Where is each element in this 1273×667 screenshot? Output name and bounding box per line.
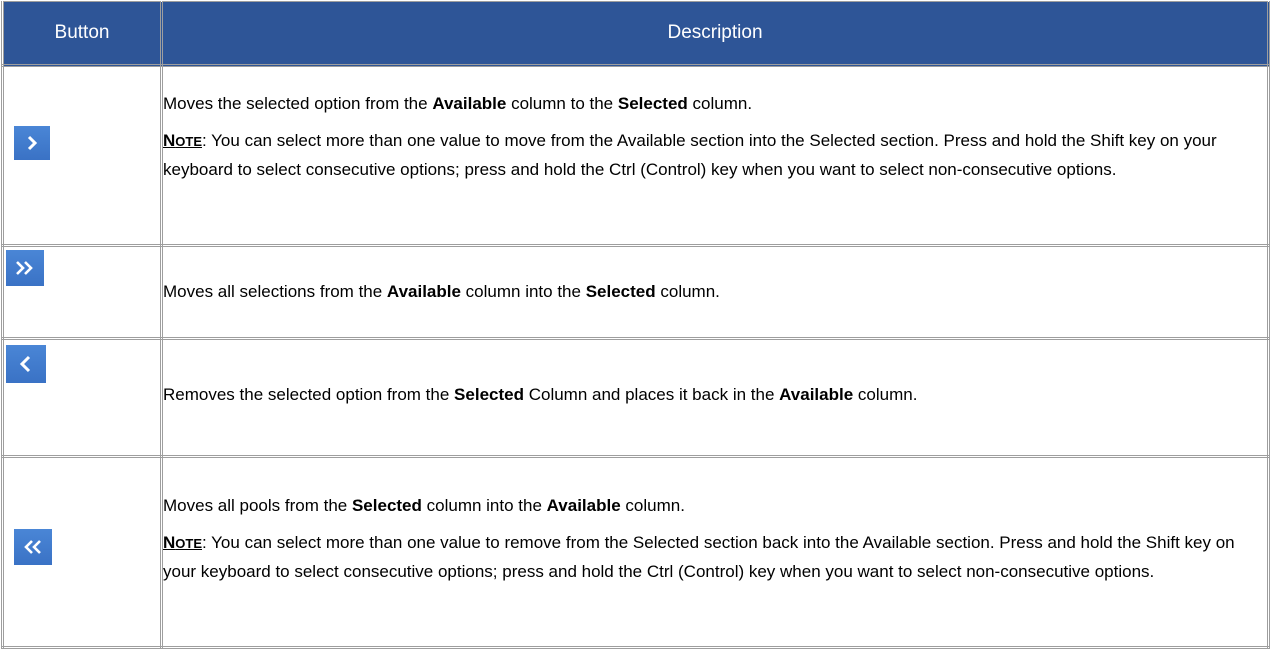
remove-all-button[interactable]: [14, 529, 52, 565]
chevron-right-icon: [27, 135, 38, 151]
note-text: NOTE: You can select more than one value…: [163, 131, 1217, 179]
remove-selected-button[interactable]: [6, 345, 46, 383]
table-header-row: Button Description: [1, 1, 1270, 67]
double-chevron-left-icon: [24, 540, 41, 554]
double-chevron-right-icon: [16, 261, 33, 275]
description-cell: Moves the selected option from the Avail…: [160, 65, 1270, 247]
chevron-left-icon: [19, 355, 31, 373]
note-label: NOTE: [163, 533, 203, 552]
description-cell: Moves all selections from the Available …: [160, 245, 1270, 340]
icon-cell: [1, 338, 163, 458]
icon-cell: [1, 456, 163, 649]
header-description: Description: [160, 1, 1270, 67]
icon-cell: [1, 245, 163, 340]
description-cell: Removes the selected option from the Sel…: [160, 338, 1270, 458]
table-row: Moves all selections from the Available …: [1, 245, 1270, 340]
description-text: Removes the selected option from the Sel…: [163, 385, 918, 404]
note-text: NOTE: You can select more than one value…: [163, 533, 1235, 581]
description-cell: Moves all pools from the Selected column…: [160, 456, 1270, 649]
move-all-selected-button[interactable]: [6, 250, 44, 286]
table-row: Removes the selected option from the Sel…: [1, 338, 1270, 458]
description-text: Moves all selections from the Available …: [163, 282, 720, 301]
note-label: NOTE: [163, 131, 203, 150]
header-button: Button: [1, 1, 163, 67]
table-row: Moves all pools from the Selected column…: [1, 456, 1270, 649]
table-row: Moves the selected option from the Avail…: [1, 65, 1270, 247]
icon-cell: [1, 65, 163, 247]
button-description-table: Button Description Moves the selected op…: [1, 1, 1270, 649]
move-selected-button[interactable]: [14, 126, 50, 160]
description-text: Moves all pools from the Selected column…: [163, 496, 685, 515]
description-text: Moves the selected option from the Avail…: [163, 94, 753, 113]
